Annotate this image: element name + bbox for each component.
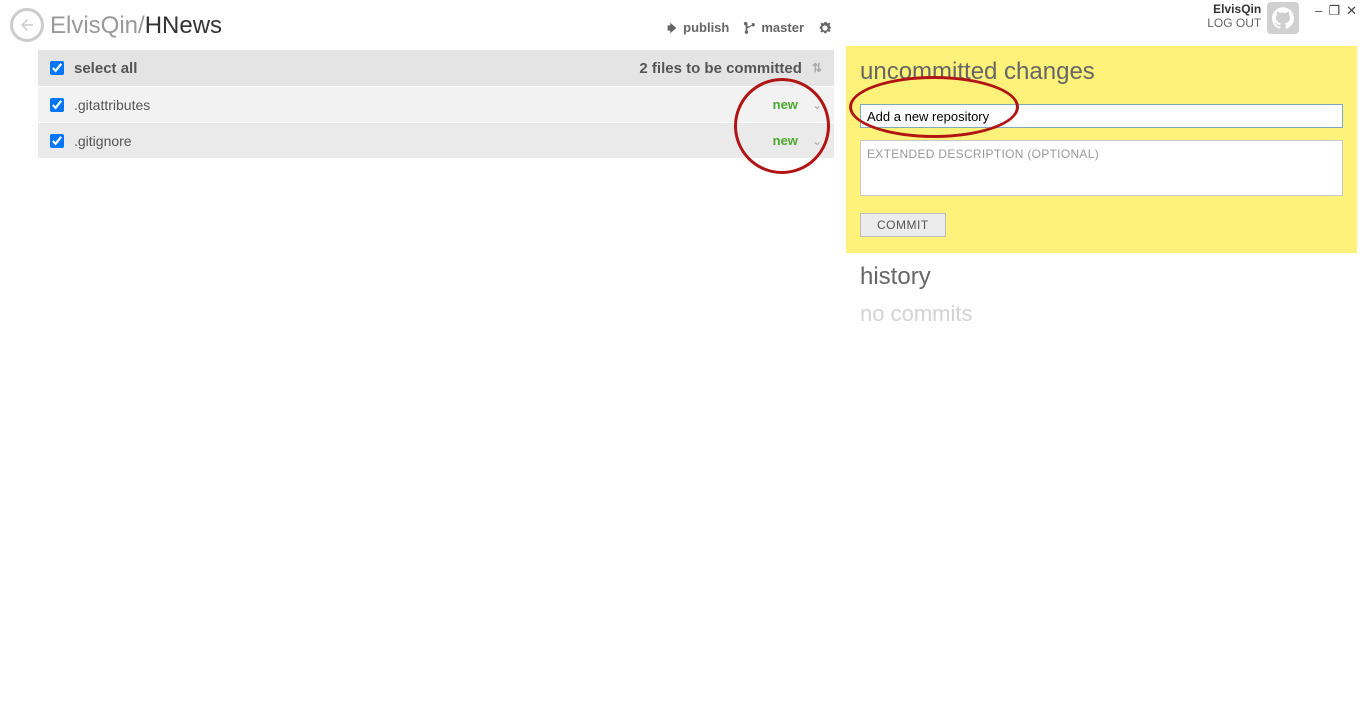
uncommitted-title: uncommitted changes <box>860 58 1343 86</box>
minimize-button[interactable]: – <box>1315 4 1322 17</box>
select-all-label: select all <box>74 60 137 77</box>
select-all-row[interactable]: select all 2 files to be committed ⇅ <box>38 50 834 86</box>
publish-label: publish <box>683 20 729 35</box>
user-info: ElvisQin LOG OUT <box>1207 2 1261 30</box>
github-logo-icon <box>1272 7 1294 29</box>
breadcrumb-owner[interactable]: ElvisQin/ <box>50 12 145 39</box>
file-name: .gitattributes <box>74 97 150 113</box>
commit-button[interactable]: COMMIT <box>860 213 946 237</box>
file-status: new <box>773 133 798 148</box>
publish-button[interactable]: publish <box>665 20 729 35</box>
uncommitted-panel: uncommitted changes COMMIT <box>846 46 1357 253</box>
gear-icon <box>818 21 832 35</box>
history-empty-label: no commits <box>860 301 1343 327</box>
arrow-left-icon <box>18 16 36 34</box>
file-name: .gitignore <box>74 133 132 149</box>
commit-summary-label: 2 files to be committed <box>639 60 802 77</box>
chevron-down-icon[interactable]: ⌄ <box>812 134 822 148</box>
history-panel: history no commits <box>846 253 1357 337</box>
window-controls: – ❐ ✕ <box>1315 4 1357 17</box>
sort-icon[interactable]: ⇅ <box>812 61 822 75</box>
publish-icon <box>665 21 679 35</box>
back-button[interactable] <box>10 8 44 42</box>
close-button[interactable]: ✕ <box>1346 4 1357 17</box>
file-status: new <box>773 97 798 112</box>
breadcrumb: ElvisQin/HNews <box>50 12 222 40</box>
commit-summary-input[interactable] <box>860 104 1343 128</box>
changes-panel: select all 2 files to be committed ⇅ .gi… <box>38 50 834 158</box>
branch-icon <box>743 21 757 35</box>
commit-description-input[interactable] <box>860 140 1343 196</box>
right-panel: uncommitted changes COMMIT history no co… <box>846 46 1357 337</box>
file-row[interactable]: .gitignore new ⌄ <box>38 122 834 158</box>
file-row[interactable]: .gitattributes new ⌄ <box>38 86 834 122</box>
github-icon[interactable] <box>1267 2 1299 34</box>
branch-switcher[interactable]: master <box>743 20 804 35</box>
chevron-down-icon[interactable]: ⌄ <box>812 98 822 112</box>
maximize-button[interactable]: ❐ <box>1328 4 1340 17</box>
logout-link[interactable]: LOG OUT <box>1207 16 1261 30</box>
breadcrumb-repo[interactable]: HNews <box>145 12 222 39</box>
file-checkbox[interactable] <box>50 98 64 112</box>
select-all-checkbox[interactable] <box>50 61 64 75</box>
history-title: history <box>860 263 1343 291</box>
user-name: ElvisQin <box>1207 2 1261 16</box>
header-actions: publish master <box>665 20 832 35</box>
settings-button[interactable] <box>818 21 832 35</box>
file-checkbox[interactable] <box>50 134 64 148</box>
branch-label: master <box>761 20 804 35</box>
user-bar: ElvisQin LOG OUT – ❐ ✕ <box>1207 2 1357 34</box>
